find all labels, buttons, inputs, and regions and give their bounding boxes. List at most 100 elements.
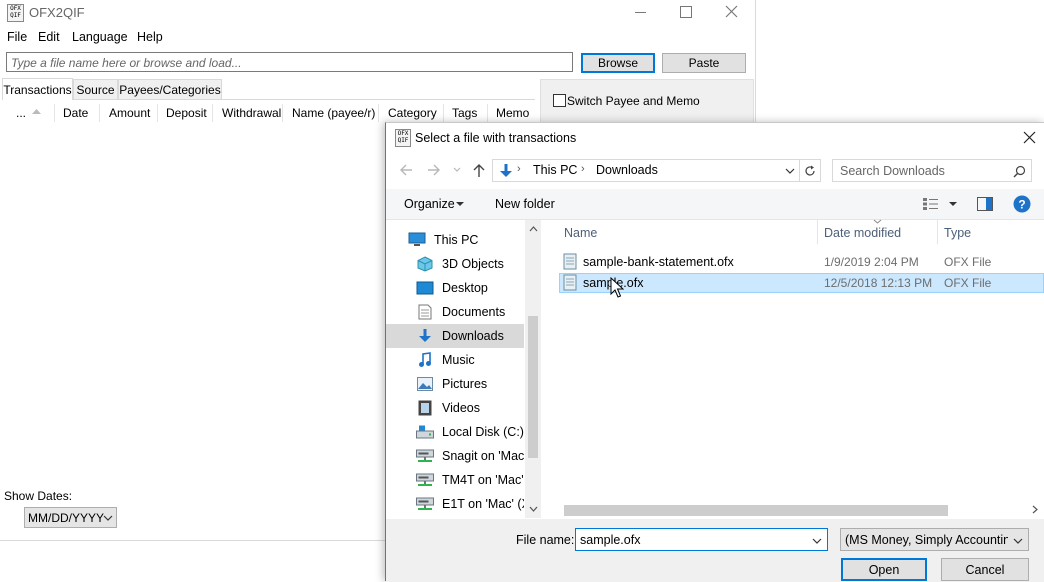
picture-icon	[416, 376, 434, 392]
sidebar-item-desktop[interactable]: Desktop	[386, 276, 524, 300]
paste-button[interactable]: Paste	[662, 53, 746, 73]
sidebar-item-videos[interactable]: Videos	[386, 396, 524, 420]
sidebar-item-snagit-on-mac[interactable]: Snagit on 'Mac'	[386, 444, 524, 468]
forward-arrow-icon[interactable]	[426, 163, 442, 177]
date-format-select[interactable]: MM/DD/YYYY	[24, 507, 117, 528]
close-icon	[1023, 131, 1036, 144]
sidebar-item-pictures[interactable]: Pictures	[386, 372, 524, 396]
column-header-name[interactable]: Name (payee/r)	[292, 104, 375, 122]
nav-scrollbar[interactable]	[525, 220, 541, 518]
download-arrow-icon	[500, 164, 512, 177]
download-arrow-icon	[416, 328, 434, 344]
app-logo: OFX QIF	[7, 4, 24, 22]
maximize-icon	[680, 6, 692, 18]
computer-icon	[408, 232, 426, 248]
browse-button[interactable]: Browse	[581, 53, 655, 73]
column-header-more[interactable]: ...	[16, 104, 26, 122]
sidebar-item-label: This PC	[434, 233, 479, 247]
column-header-memo[interactable]: Memo	[496, 104, 529, 122]
dialog-title: Select a file with transactions	[415, 131, 577, 145]
navigation-pane: This PC 3D Objects Desktop Documents Downloa…	[386, 220, 541, 518]
sidebar-item-label: Desktop	[442, 281, 488, 295]
chevron-down-icon	[103, 515, 113, 521]
file-type-filter-value: (MS Money, Simply Accounting	[845, 533, 1008, 547]
menu-edit[interactable]: Edit	[38, 30, 60, 44]
sidebar-item-label: Downloads	[442, 329, 504, 343]
address-bar[interactable]: › This PC › Downloads	[492, 159, 821, 182]
sidebar-item-label: Pictures	[442, 377, 488, 391]
organize-button[interactable]: Organize	[404, 197, 455, 211]
preview-pane-icon[interactable]	[977, 197, 993, 211]
file-type-filter-select[interactable]: (MS Money, Simply Accounting	[840, 528, 1029, 551]
column-header-date[interactable]: Date	[63, 104, 88, 122]
column-header-withdrawal[interactable]: Withdrawal	[222, 104, 281, 122]
back-arrow-icon[interactable]	[398, 163, 414, 177]
scroll-down-icon[interactable]	[529, 506, 538, 512]
breadcrumb-this-pc[interactable]: This PC	[533, 163, 577, 177]
breadcrumb-sep-icon: ›	[581, 163, 585, 175]
column-header-category[interactable]: Category	[388, 104, 437, 122]
cube-icon	[416, 256, 434, 272]
date-format-value: MM/DD/YYYY	[28, 511, 105, 525]
file-row-selected[interactable]: sample.ofx 12/5/2018 12:13 PM OFX File	[559, 273, 1044, 293]
chevron-down-icon[interactable]	[812, 538, 822, 544]
mouse-cursor-icon	[610, 277, 624, 298]
file-path-input[interactable]: Type a file name here or browse and load…	[6, 52, 573, 72]
cancel-button[interactable]: Cancel	[941, 558, 1029, 581]
file-date: 1/9/2019 2:04 PM	[824, 255, 919, 269]
up-arrow-icon[interactable]	[472, 162, 486, 178]
sidebar-item-e1t-on-mac-x[interactable]: E1T on 'Mac' (X:	[386, 492, 524, 516]
sidebar-item-tm4t-on-mac[interactable]: TM4T on 'Mac' (	[386, 468, 524, 492]
maximize-button[interactable]	[676, 4, 696, 20]
file-dialog: OFX QIF Select a file with transactions ›…	[385, 122, 1044, 582]
minimize-button[interactable]	[631, 4, 651, 20]
dialog-close-button[interactable]	[1018, 128, 1040, 148]
sidebar-item-documents[interactable]: Documents	[386, 300, 524, 324]
sidebar-item-downloads[interactable]: Downloads	[386, 324, 524, 348]
address-dropdown-icon[interactable]	[785, 168, 795, 174]
column-header-tags[interactable]: Tags	[452, 104, 477, 122]
sidebar-item-this-pc[interactable]: This PC	[386, 228, 524, 252]
file-list-hscrollbar[interactable]	[546, 502, 1044, 518]
sidebar-item-label: Local Disk (C:)	[442, 425, 524, 439]
tab-payees-categories[interactable]: Payees/Categories	[118, 79, 222, 100]
column-header-date[interactable]: Date modified	[824, 226, 901, 240]
sidebar-item-music[interactable]: Music	[386, 348, 524, 372]
menu-help[interactable]: Help	[137, 30, 163, 44]
sidebar-item-label: Videos	[442, 401, 480, 415]
column-header-type[interactable]: Type	[944, 226, 971, 240]
switch-payee-memo-checkbox[interactable]	[553, 94, 566, 107]
search-icon	[1013, 165, 1026, 178]
recent-chevron-icon[interactable]	[453, 167, 461, 173]
open-button[interactable]: Open	[841, 558, 927, 581]
tab-transactions[interactable]: Transactions	[2, 78, 73, 100]
tab-strip-line	[222, 99, 535, 100]
file-row[interactable]: sample-bank-statement.ofx 1/9/2019 2:04 …	[559, 252, 1044, 272]
nav-scroll-thumb[interactable]	[528, 316, 538, 458]
sidebar-item-label: E1T on 'Mac' (X:	[442, 497, 524, 511]
column-header-deposit[interactable]: Deposit	[166, 104, 207, 122]
hscroll-thumb[interactable]	[564, 505, 948, 516]
file-name: sample-bank-statement.ofx	[583, 255, 734, 269]
help-icon[interactable]: ?	[1013, 195, 1031, 213]
toolbar: Organize New folder ?	[386, 189, 1044, 220]
sidebar-item-local-disk-c[interactable]: Local Disk (C:)	[386, 420, 524, 444]
network-drive-icon	[416, 472, 434, 488]
menu-file[interactable]: File	[7, 30, 27, 44]
close-button[interactable]	[722, 3, 742, 21]
sidebar-item-label: Snagit on 'Mac'	[442, 449, 524, 463]
tab-source[interactable]: Source	[73, 79, 118, 100]
refresh-icon[interactable]	[804, 165, 816, 177]
scroll-up-icon[interactable]	[529, 226, 538, 232]
view-options-icon[interactable]	[923, 198, 939, 210]
column-header-amount[interactable]: Amount	[109, 104, 150, 122]
new-folder-button[interactable]: New folder	[495, 197, 555, 211]
file-name-input[interactable]: sample.ofx	[575, 528, 828, 551]
view-chevron-icon[interactable]	[949, 202, 957, 207]
breadcrumb-downloads[interactable]: Downloads	[596, 163, 658, 177]
menu-language[interactable]: Language	[72, 30, 128, 44]
column-header-name[interactable]: Name	[564, 226, 597, 240]
sidebar-item-3d-objects[interactable]: 3D Objects	[386, 252, 524, 276]
scroll-right-icon[interactable]	[1032, 505, 1038, 514]
search-input[interactable]: Search Downloads	[832, 159, 1032, 182]
